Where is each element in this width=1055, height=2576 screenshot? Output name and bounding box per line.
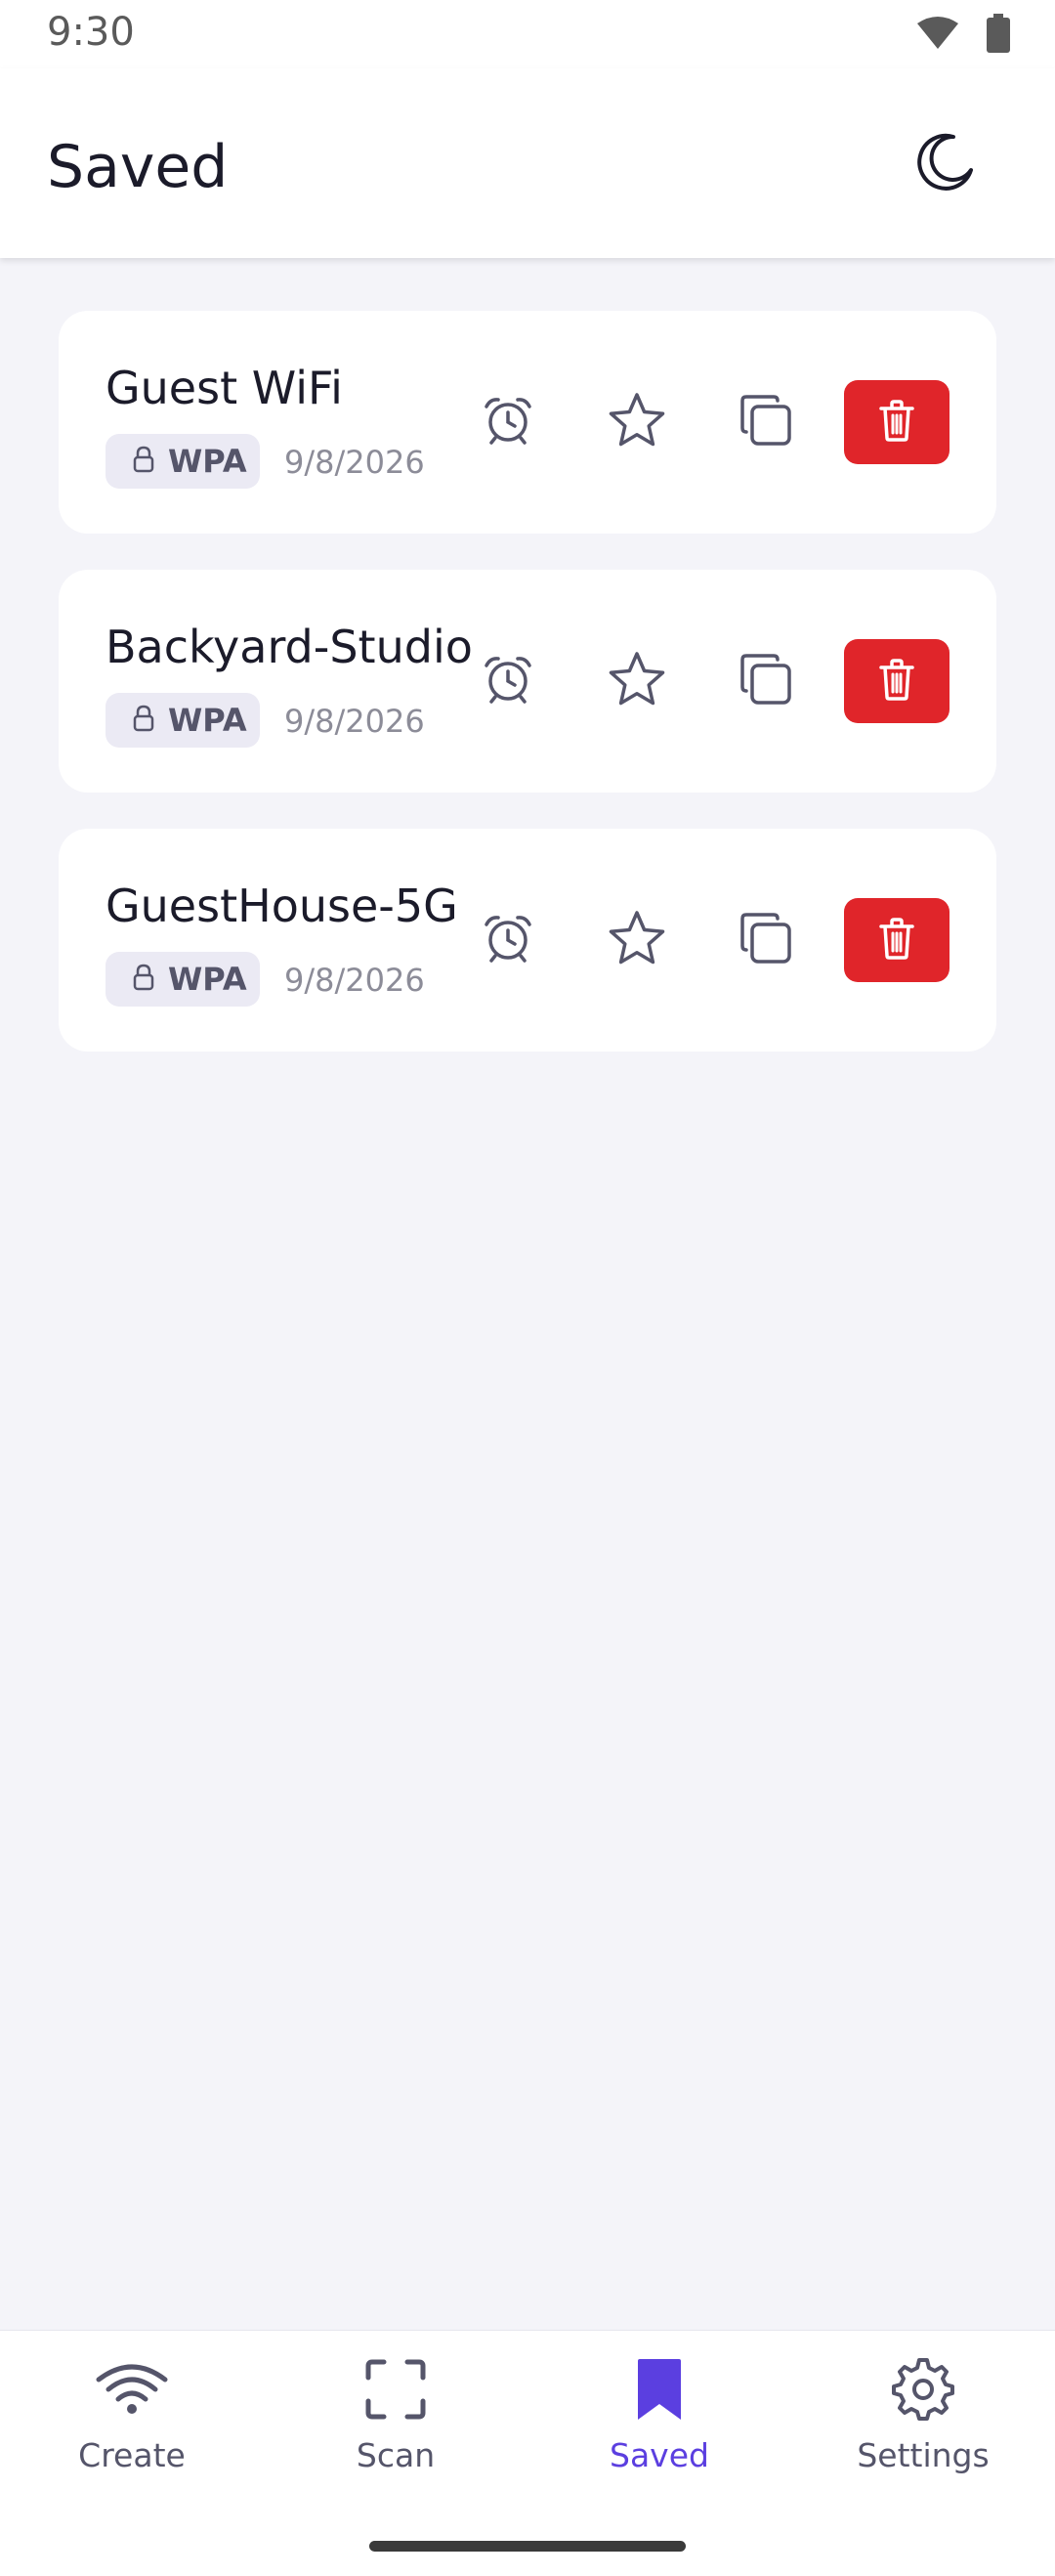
- security-label: WPA: [168, 702, 247, 739]
- trash-icon: [878, 399, 915, 447]
- wifi-icon: [916, 16, 959, 56]
- copy-button[interactable]: [727, 383, 805, 461]
- star-icon: [608, 391, 666, 454]
- battery-icon: [987, 14, 1010, 58]
- nav-label-saved: Saved: [610, 2436, 709, 2474]
- app-bar: Saved: [0, 68, 1055, 258]
- scan-frame-icon: [364, 2350, 427, 2428]
- wifi-icon: [95, 2350, 169, 2428]
- copy-button[interactable]: [727, 901, 805, 979]
- saved-date: 9/8/2026: [284, 962, 425, 999]
- favorite-button[interactable]: [598, 383, 676, 461]
- copy-button[interactable]: [727, 642, 805, 720]
- saved-date: 9/8/2026: [284, 703, 425, 740]
- network-name: Guest WiFi: [106, 362, 343, 414]
- delete-button[interactable]: [844, 898, 950, 982]
- status-time: 9:30: [47, 10, 135, 55]
- favorite-button[interactable]: [598, 642, 676, 720]
- nav-item-create[interactable]: Create: [0, 2350, 264, 2477]
- lock-icon: [106, 964, 154, 996]
- delete-button[interactable]: [844, 380, 950, 464]
- delete-button[interactable]: [844, 639, 950, 723]
- alarm-icon: [482, 653, 534, 710]
- lock-icon: [106, 446, 154, 478]
- theme-toggle-button[interactable]: [908, 127, 983, 201]
- moon-icon: [914, 131, 977, 198]
- copy-icon: [738, 652, 793, 711]
- nav-label-scan: Scan: [356, 2436, 436, 2474]
- alarm-icon: [482, 394, 534, 451]
- home-indicator: [369, 2541, 686, 2552]
- gear-icon: [891, 2350, 955, 2428]
- status-icons: [916, 14, 1010, 58]
- copy-icon: [738, 911, 793, 970]
- saved-network-card[interactable]: Guest WiFi WPA 9/8/2026: [59, 311, 996, 534]
- star-icon: [608, 909, 666, 972]
- page-title: Saved: [47, 133, 229, 201]
- favorite-button[interactable]: [598, 901, 676, 979]
- saved-date: 9/8/2026: [284, 444, 425, 481]
- nav-item-saved[interactable]: Saved: [528, 2350, 791, 2477]
- reminder-button[interactable]: [469, 901, 547, 979]
- security-badge: WPA: [106, 693, 260, 748]
- bottom-navigation: Create Scan Saved Settings: [0, 2330, 1055, 2576]
- trash-icon: [878, 917, 915, 965]
- network-name: GuestHouse-5G: [106, 880, 458, 932]
- security-badge: WPA: [106, 952, 260, 1007]
- copy-icon: [738, 393, 793, 452]
- nav-item-scan[interactable]: Scan: [264, 2350, 528, 2477]
- star-icon: [608, 650, 666, 713]
- reminder-button[interactable]: [469, 383, 547, 461]
- reminder-button[interactable]: [469, 642, 547, 720]
- network-name: Backyard-Studio: [106, 621, 473, 673]
- security-label: WPA: [168, 961, 247, 998]
- saved-network-card[interactable]: Backyard-Studio WPA 9/8/2026: [59, 570, 996, 793]
- nav-label-settings: Settings: [857, 2436, 990, 2474]
- saved-screen: 9:30 Saved Guest WiFi WPA 9/8/2026 Backyard…: [0, 0, 1055, 2576]
- status-bar: 9:30: [0, 0, 1055, 68]
- security-label: WPA: [168, 443, 247, 480]
- saved-list: Guest WiFi WPA 9/8/2026 Backyard-Studio WPA 9…: [59, 311, 996, 1088]
- lock-icon: [106, 705, 154, 737]
- nav-item-settings[interactable]: Settings: [791, 2350, 1055, 2477]
- bookmark-icon: [636, 2350, 683, 2428]
- nav-label-create: Create: [78, 2436, 186, 2474]
- alarm-icon: [482, 912, 534, 969]
- security-badge: WPA: [106, 434, 260, 489]
- trash-icon: [878, 658, 915, 706]
- saved-network-card[interactable]: GuestHouse-5G WPA 9/8/2026: [59, 829, 996, 1052]
